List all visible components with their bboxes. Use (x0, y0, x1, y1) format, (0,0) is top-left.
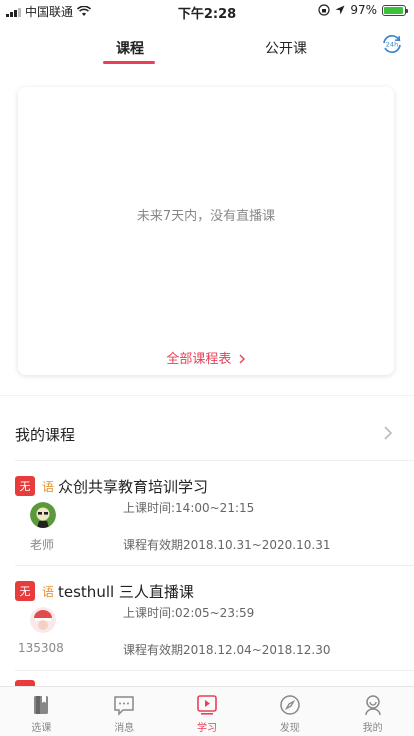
teacher-name: 135308 (18, 641, 64, 655)
play-video-icon (197, 695, 217, 715)
location-arrow-icon (335, 5, 345, 15)
user-icon (364, 695, 381, 716)
row-divider (15, 565, 414, 566)
refresh-24h-icon[interactable]: 24h (380, 34, 404, 54)
avatar (30, 607, 56, 633)
tabbar-item-discover[interactable]: 发现 (248, 687, 331, 736)
tabbar-item-messages[interactable]: 消息 (83, 687, 166, 736)
course-item[interactable]: 无 语 testhull 三人直播课 135308 上课时间:02:05~23:… (0, 565, 414, 669)
validity-period: 课程有效期2018.12.04~2018.12.30 (123, 643, 331, 657)
row-divider (15, 670, 414, 671)
battery-icon (382, 4, 408, 16)
course-title: testhull 三人直播课 (58, 583, 194, 601)
class-time: 上课时间:02:05~23:59 (123, 606, 255, 620)
active-tab-indicator (103, 61, 155, 64)
course-item[interactable]: 无 语 众创共享教育培训学习 老师 上课时间:14:00~21:15 课程有效期… (0, 460, 414, 564)
message-icon (114, 696, 134, 716)
lock-rotation-icon (318, 4, 330, 16)
tabbar-label: 选课 (31, 723, 52, 734)
bottom-tab-bar: 选课 消息 学习 发现 我的 (0, 686, 414, 736)
validity-period: 课程有效期2018.10.31~2020.10.31 (123, 538, 331, 552)
course-title: 众创共享教育培训学习 (58, 478, 209, 496)
compass-icon (280, 695, 300, 715)
tab-course[interactable]: 课程 (116, 38, 144, 58)
top-tabs: 课程 公开课 (0, 30, 414, 70)
no-badge: 无 (15, 581, 35, 601)
my-courses-title: 我的课程 (15, 426, 76, 444)
status-bar: 中国联通 下午2:28 97% (0, 0, 414, 22)
teacher-name: 老师 (30, 538, 55, 552)
battery-fill (384, 6, 404, 14)
empty-live-message: 未来7天内，没有直播课 (136, 209, 276, 224)
tabbar-label: 学习 (196, 723, 217, 734)
class-time: 上课时间:14:00~21:15 (123, 501, 255, 515)
language-badge: 语 (42, 480, 55, 494)
chevron-right-icon (239, 354, 245, 364)
battery-percent: 97% (350, 3, 377, 17)
my-courses-header[interactable]: 我的课程 (0, 412, 414, 456)
no-badge: 无 (15, 476, 35, 496)
status-right: 97% (318, 3, 408, 17)
svg-text:24h: 24h (386, 41, 398, 49)
live-course-card: 未来7天内，没有直播课 全部课程表 (18, 87, 394, 375)
all-schedule-label: 全部课程表 (166, 352, 232, 367)
tab-public-course[interactable]: 公开课 (265, 38, 307, 58)
language-badge: 语 (42, 585, 55, 599)
tabbar-item-study[interactable]: 学习 (166, 687, 249, 736)
divider (0, 395, 414, 396)
avatar (30, 502, 56, 528)
tabbar-label: 发现 (279, 723, 300, 734)
row-divider (15, 460, 414, 461)
tabbar-item-me[interactable]: 我的 (331, 687, 414, 736)
tabbar-label: 消息 (114, 723, 135, 734)
tabbar-label: 我的 (362, 723, 383, 734)
chevron-right-icon (384, 426, 393, 440)
tabbar-item-select-course[interactable]: 选课 (0, 687, 83, 736)
all-schedule-link[interactable]: 全部课程表 (18, 348, 394, 367)
book-icon (34, 696, 49, 714)
